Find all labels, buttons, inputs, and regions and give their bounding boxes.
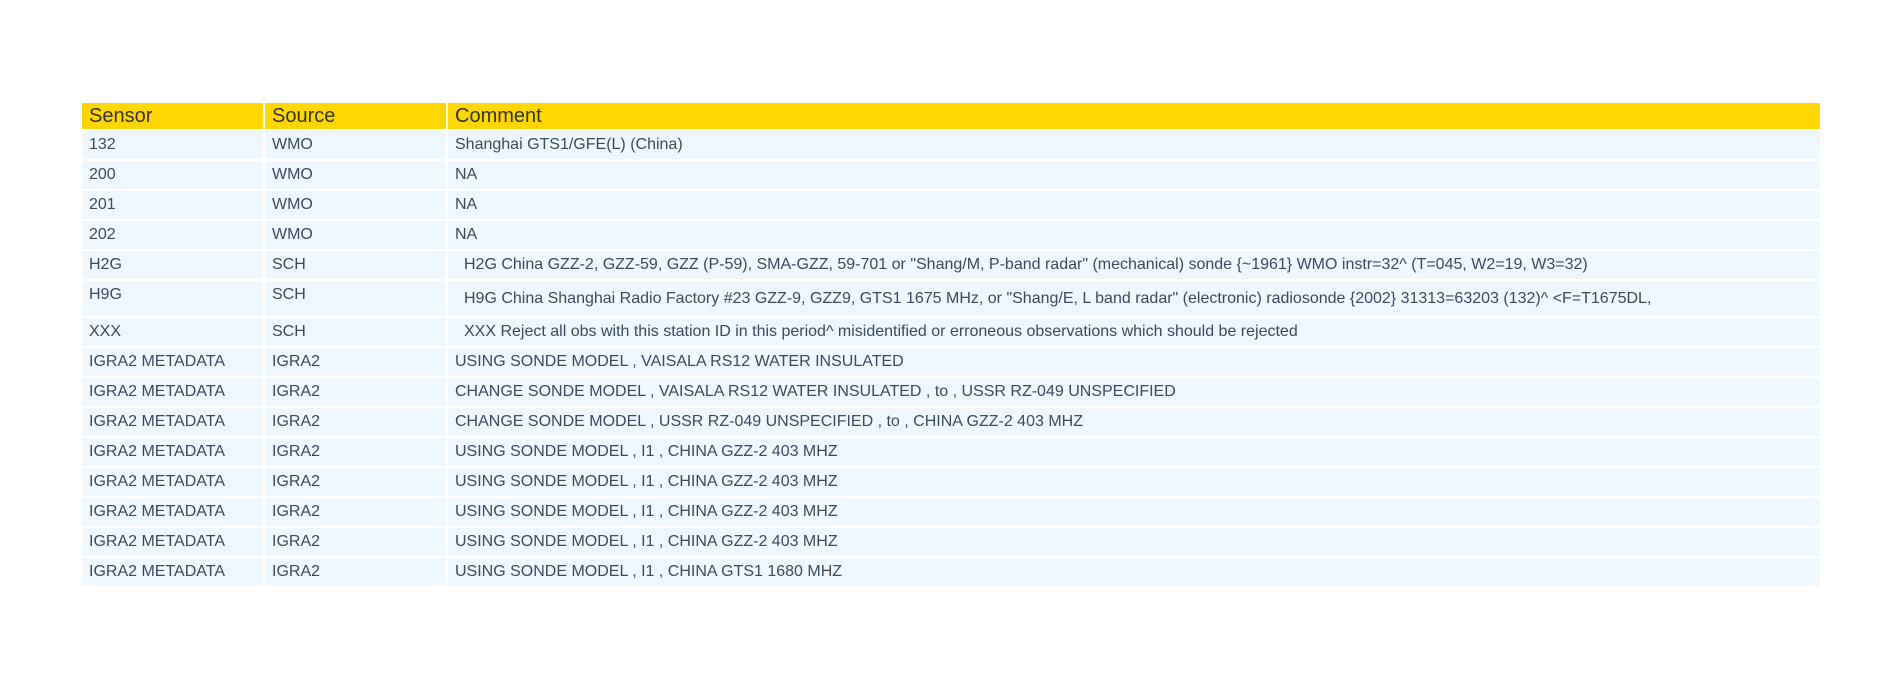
comment-cell: USING SONDE MODEL , VAISALA RS12 WATER I…	[448, 348, 1820, 376]
comment-cell: USING SONDE MODEL , I1 , CHINA GZZ-2 403…	[448, 438, 1820, 466]
sensor-cell: IGRA2 METADATA	[82, 528, 263, 556]
table-row: IGRA2 METADATA IGRA2 USING SONDE MODEL ,…	[82, 498, 1820, 526]
sensor-cell: IGRA2 METADATA	[82, 348, 263, 376]
source-cell: IGRA2	[265, 348, 446, 376]
comment-cell: NA	[448, 191, 1820, 219]
table-row: 132 WMO Shanghai GTS1/GFE(L) (China)	[82, 131, 1820, 159]
comment-cell: NA	[448, 161, 1820, 189]
comment-cell: H2G China GZZ-2, GZZ-59, GZZ (P-59), SMA…	[448, 251, 1820, 279]
column-header-source[interactable]: Source	[265, 103, 446, 129]
sensor-cell: IGRA2 METADATA	[82, 408, 263, 436]
comment-cell: USING SONDE MODEL , I1 , CHINA GZZ-2 403…	[448, 468, 1820, 496]
sensor-cell: 201	[82, 191, 263, 219]
sensor-cell: IGRA2 METADATA	[82, 438, 263, 466]
table-row: H2G SCH H2G China GZZ-2, GZZ-59, GZZ (P-…	[82, 251, 1820, 279]
table-row: H9G SCH H9G China Shanghai Radio Factory…	[82, 281, 1820, 316]
column-header-comment[interactable]: Comment	[448, 103, 1820, 129]
sensor-cell: 200	[82, 161, 263, 189]
sensor-cell: H9G	[82, 281, 263, 316]
sensor-cell: 202	[82, 221, 263, 249]
sensor-cell: IGRA2 METADATA	[82, 558, 263, 586]
table-row: 201 WMO NA	[82, 191, 1820, 219]
comment-cell: XXX Reject all obs with this station ID …	[448, 318, 1820, 346]
comment-cell: CHANGE SONDE MODEL , VAISALA RS12 WATER …	[448, 378, 1820, 406]
sensor-cell: H2G	[82, 251, 263, 279]
table-row: IGRA2 METADATA IGRA2 USING SONDE MODEL ,…	[82, 348, 1820, 376]
source-cell: SCH	[265, 251, 446, 279]
source-cell: IGRA2	[265, 408, 446, 436]
sensor-cell: IGRA2 METADATA	[82, 468, 263, 496]
comment-cell: USING SONDE MODEL , I1 , CHINA GTS1 1680…	[448, 558, 1820, 586]
table-row: 200 WMO NA	[82, 161, 1820, 189]
source-cell: SCH	[265, 281, 446, 316]
source-cell: IGRA2	[265, 558, 446, 586]
sensor-cell: XXX	[82, 318, 263, 346]
comment-cell: H9G China Shanghai Radio Factory #23 GZZ…	[448, 281, 1820, 316]
source-cell: WMO	[265, 191, 446, 219]
column-header-sensor[interactable]: Sensor	[82, 103, 263, 129]
table-row: IGRA2 METADATA IGRA2 USING SONDE MODEL ,…	[82, 558, 1820, 586]
table-row: IGRA2 METADATA IGRA2 USING SONDE MODEL ,…	[82, 438, 1820, 466]
sensor-metadata-table: Sensor Source Comment 132 WMO Shanghai G…	[80, 101, 1822, 588]
table-row: IGRA2 METADATA IGRA2 CHANGE SONDE MODEL …	[82, 408, 1820, 436]
source-cell: IGRA2	[265, 378, 446, 406]
comment-cell: NA	[448, 221, 1820, 249]
table-row: 202 WMO NA	[82, 221, 1820, 249]
source-cell: WMO	[265, 161, 446, 189]
table-row: XXX SCH XXX Reject all obs with this sta…	[82, 318, 1820, 346]
source-cell: WMO	[265, 221, 446, 249]
sensor-cell: 132	[82, 131, 263, 159]
sensor-cell: IGRA2 METADATA	[82, 378, 263, 406]
source-cell: WMO	[265, 131, 446, 159]
source-cell: IGRA2	[265, 468, 446, 496]
source-cell: IGRA2	[265, 438, 446, 466]
comment-cell: CHANGE SONDE MODEL , USSR RZ-049 UNSPECI…	[448, 408, 1820, 436]
table-header-row: Sensor Source Comment	[82, 103, 1820, 129]
sensor-cell: IGRA2 METADATA	[82, 498, 263, 526]
table-row: IGRA2 METADATA IGRA2 CHANGE SONDE MODEL …	[82, 378, 1820, 406]
source-cell: IGRA2	[265, 528, 446, 556]
source-cell: SCH	[265, 318, 446, 346]
table-row: IGRA2 METADATA IGRA2 USING SONDE MODEL ,…	[82, 528, 1820, 556]
table-row: IGRA2 METADATA IGRA2 USING SONDE MODEL ,…	[82, 468, 1820, 496]
comment-cell: USING SONDE MODEL , I1 , CHINA GZZ-2 403…	[448, 498, 1820, 526]
comment-cell: Shanghai GTS1/GFE(L) (China)	[448, 131, 1820, 159]
comment-cell: USING SONDE MODEL , I1 , CHINA GZZ-2 403…	[448, 528, 1820, 556]
source-cell: IGRA2	[265, 498, 446, 526]
